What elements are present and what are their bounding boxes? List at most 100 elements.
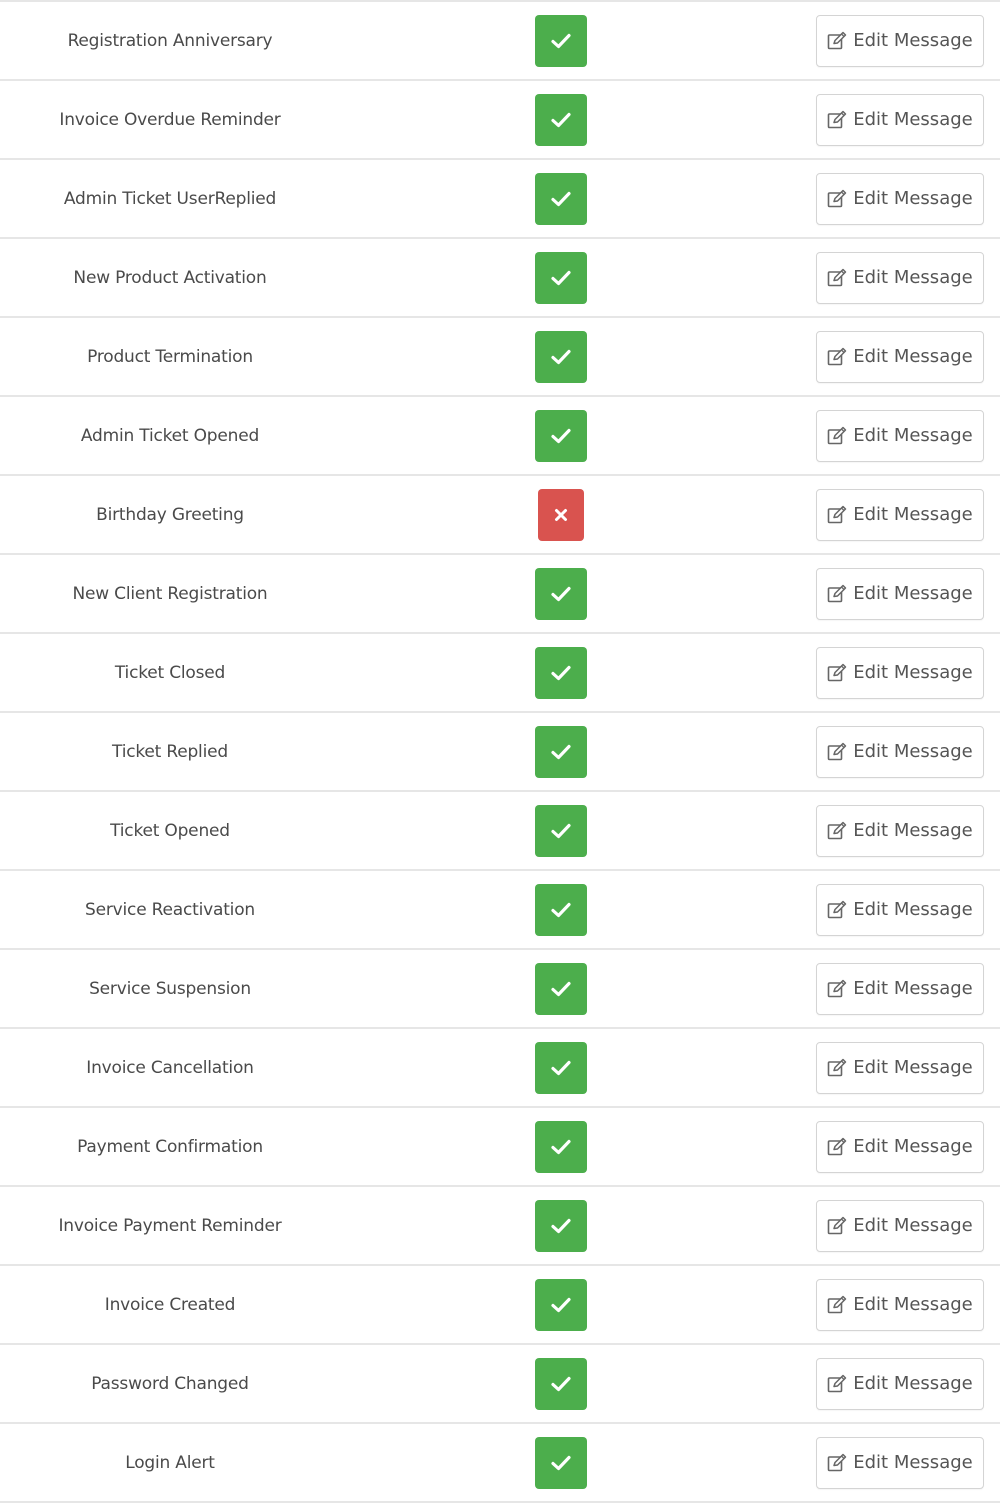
- edit-message-label: Edit Message: [853, 188, 973, 209]
- table-row: Ticket Replied Edit Message: [0, 711, 1000, 790]
- template-name: Ticket Closed: [114, 662, 226, 683]
- action-cell: Edit Message: [816, 476, 986, 553]
- action-cell: Edit Message: [816, 713, 986, 790]
- status-cell: [535, 1029, 587, 1106]
- status-toggle[interactable]: [535, 804, 587, 857]
- status-toggle[interactable]: [535, 93, 587, 146]
- check-icon: [551, 665, 571, 680]
- edit-icon: [827, 347, 847, 367]
- edit-message-button[interactable]: Edit Message: [816, 93, 984, 146]
- edit-message-button[interactable]: Edit Message: [816, 488, 984, 541]
- edit-message-label: Edit Message: [853, 741, 973, 762]
- table-row: Registration Anniversary Edit Message: [0, 0, 1000, 79]
- action-cell: Edit Message: [816, 239, 986, 316]
- edit-message-button[interactable]: Edit Message: [816, 409, 984, 462]
- status-toggle[interactable]: [535, 646, 587, 699]
- edit-message-button[interactable]: Edit Message: [816, 330, 984, 383]
- table-row: Login Alert Edit Message: [0, 1422, 1000, 1503]
- template-name: New Product Activation: [73, 267, 267, 288]
- status-cell: [535, 713, 587, 790]
- table-row: Service Suspension Edit Message: [0, 948, 1000, 1027]
- edit-icon: [827, 663, 847, 683]
- status-toggle[interactable]: [535, 883, 587, 936]
- edit-message-label: Edit Message: [853, 1215, 973, 1236]
- edit-message-button[interactable]: Edit Message: [816, 251, 984, 304]
- check-icon: [551, 744, 571, 759]
- status-cell: [535, 318, 587, 395]
- action-cell: Edit Message: [816, 81, 986, 158]
- template-name: Admin Ticket UserReplied: [63, 188, 277, 209]
- edit-message-button[interactable]: Edit Message: [816, 172, 984, 225]
- edit-message-button[interactable]: Edit Message: [816, 1436, 984, 1489]
- action-cell: Edit Message: [816, 555, 986, 632]
- template-name: Ticket Opened: [110, 820, 230, 841]
- status-toggle[interactable]: [535, 1120, 587, 1173]
- status-cell: [535, 555, 587, 632]
- status-toggle[interactable]: [535, 14, 587, 67]
- template-name: Payment Confirmation: [77, 1136, 263, 1157]
- edit-message-button[interactable]: Edit Message: [816, 1041, 984, 1094]
- status-toggle[interactable]: [535, 172, 587, 225]
- status-cell: [535, 1187, 587, 1264]
- status-toggle[interactable]: [535, 1436, 587, 1489]
- edit-icon: [827, 742, 847, 762]
- template-name: Registration Anniversary: [67, 30, 273, 51]
- template-name: Invoice Overdue Reminder: [59, 109, 281, 130]
- action-cell: Edit Message: [816, 634, 986, 711]
- edit-message-button[interactable]: Edit Message: [816, 804, 984, 857]
- check-icon: [551, 1218, 571, 1233]
- status-toggle[interactable]: [535, 1278, 587, 1331]
- edit-message-button[interactable]: Edit Message: [816, 1120, 984, 1173]
- edit-icon: [827, 189, 847, 209]
- status-toggle[interactable]: [535, 330, 587, 383]
- edit-message-button[interactable]: Edit Message: [816, 567, 984, 620]
- edit-message-button[interactable]: Edit Message: [816, 725, 984, 778]
- status-toggle[interactable]: [535, 251, 587, 304]
- edit-message-button[interactable]: Edit Message: [816, 646, 984, 699]
- action-cell: Edit Message: [816, 160, 986, 237]
- check-icon: [551, 981, 571, 996]
- edit-message-button[interactable]: Edit Message: [816, 1278, 984, 1331]
- edit-message-button[interactable]: Edit Message: [816, 962, 984, 1015]
- status-toggle[interactable]: [535, 1357, 587, 1410]
- status-toggle[interactable]: [535, 1041, 587, 1094]
- table-row: Birthday Greeting Edit Message: [0, 474, 1000, 553]
- table-row: Admin Ticket UserReplied Edit Message: [0, 158, 1000, 237]
- edit-message-label: Edit Message: [853, 346, 973, 367]
- table-row: Invoice Cancellation Edit Message: [0, 1027, 1000, 1106]
- table-row: Password Changed Edit Message: [0, 1343, 1000, 1422]
- check-icon: [551, 1455, 571, 1470]
- status-cell: [535, 950, 587, 1027]
- edit-message-label: Edit Message: [853, 425, 973, 446]
- edit-icon: [827, 426, 847, 446]
- edit-message-button[interactable]: Edit Message: [816, 1199, 984, 1252]
- edit-message-label: Edit Message: [853, 1057, 973, 1078]
- table-row: New Product Activation Edit Message: [0, 237, 1000, 316]
- template-name: Service Reactivation: [85, 899, 255, 920]
- status-toggle[interactable]: [535, 409, 587, 462]
- template-name: Password Changed: [91, 1373, 249, 1394]
- edit-icon: [827, 900, 847, 920]
- status-toggle[interactable]: [535, 962, 587, 1015]
- status-cell: [535, 160, 587, 237]
- table-row: New Client Registration Edit Message: [0, 553, 1000, 632]
- template-name: New Client Registration: [72, 583, 268, 604]
- edit-icon: [827, 1058, 847, 1078]
- edit-message-button[interactable]: Edit Message: [816, 883, 984, 936]
- template-name: Invoice Created: [104, 1294, 236, 1315]
- status-toggle[interactable]: [538, 488, 584, 541]
- table-row: Invoice Payment Reminder Edit Message: [0, 1185, 1000, 1264]
- check-icon: [551, 349, 571, 364]
- status-toggle[interactable]: [535, 725, 587, 778]
- status-toggle[interactable]: [535, 1199, 587, 1252]
- edit-message-button[interactable]: Edit Message: [816, 14, 984, 67]
- edit-message-label: Edit Message: [853, 1373, 973, 1394]
- check-icon: [551, 1376, 571, 1391]
- edit-message-button[interactable]: Edit Message: [816, 1357, 984, 1410]
- table-row: Product Termination Edit Message: [0, 316, 1000, 395]
- status-toggle[interactable]: [535, 567, 587, 620]
- action-cell: Edit Message: [816, 1187, 986, 1264]
- status-cell: [535, 792, 587, 869]
- edit-message-label: Edit Message: [853, 662, 973, 683]
- edit-message-label: Edit Message: [853, 899, 973, 920]
